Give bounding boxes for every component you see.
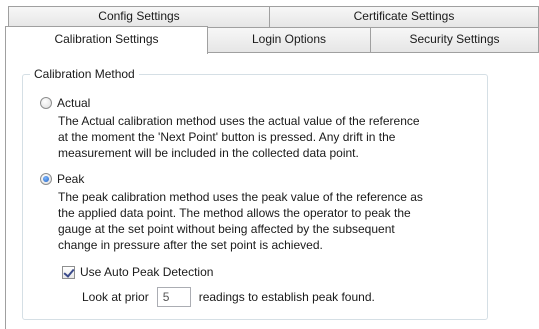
peak-radio-label[interactable]: Peak: [57, 171, 84, 187]
lookback-row: Look at prior readings to establish peak…: [82, 287, 375, 307]
auto-peak-detection-label[interactable]: Use Auto Peak Detection: [80, 264, 213, 280]
description-line: change in pressure after the set point i…: [58, 238, 323, 252]
description-line: gauge at the set point without being aff…: [58, 222, 395, 236]
tab-config-settings[interactable]: Config Settings: [8, 6, 270, 27]
actual-radio-button[interactable]: [40, 97, 52, 109]
description-line: the applied data point. The method allow…: [58, 206, 411, 220]
actual-radio-label[interactable]: Actual: [57, 95, 90, 111]
prior-readings-input[interactable]: [156, 287, 191, 307]
peak-description: The peak calibration method uses the pea…: [58, 189, 478, 253]
lookback-suffix-label: readings to establish peak found.: [198, 290, 375, 304]
actual-description: The Actual calibration method uses the a…: [58, 113, 478, 161]
actual-radio-option[interactable]: Actual: [40, 95, 90, 111]
description-line: measurement will be included in the coll…: [58, 146, 359, 160]
lookback-prefix-label: Look at prior: [82, 290, 149, 304]
tab-certificate-settings[interactable]: Certificate Settings: [269, 6, 539, 27]
description-line: at the moment the 'Next Point' button is…: [58, 130, 396, 144]
tab-login-options[interactable]: Login Options: [207, 27, 371, 52]
auto-peak-detection-checkbox[interactable]: [62, 265, 75, 279]
description-line: The Actual calibration method uses the a…: [58, 114, 420, 128]
peak-radio-button[interactable]: [40, 173, 52, 185]
groupbox-title: Calibration Method: [30, 66, 139, 82]
dialog-root: Config Settings Certificate Settings Cal…: [0, 0, 539, 329]
description-line: The peak calibration method uses the pea…: [58, 190, 423, 204]
peak-radio-option[interactable]: Peak: [40, 171, 84, 187]
tab-security-settings[interactable]: Security Settings: [370, 27, 539, 52]
auto-peak-detection-option[interactable]: Use Auto Peak Detection: [62, 264, 213, 280]
tab-calibration-settings[interactable]: Calibration Settings: [5, 26, 208, 54]
